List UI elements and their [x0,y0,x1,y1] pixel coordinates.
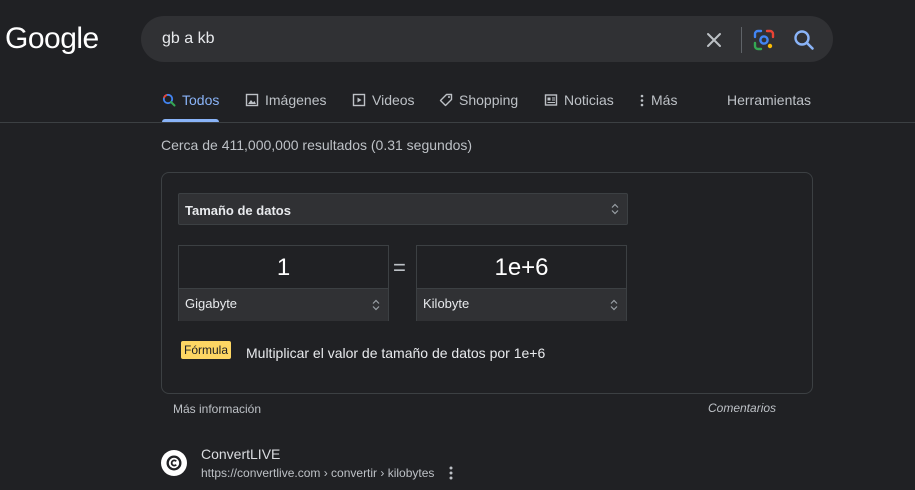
category-select[interactable]: Tamaño de datos [178,193,628,225]
more-vert-icon[interactable] [445,465,457,481]
tag-icon [439,93,453,107]
from-value-input[interactable]: 1 [179,246,388,289]
result-url[interactable]: https://convertlive.com › convertir › ki… [201,466,434,480]
tab-shopping[interactable]: Shopping [439,92,518,122]
equals-sign: = [393,255,406,280]
tab-label: Noticias [564,92,614,108]
tab-label: Shopping [459,92,519,108]
tab-herramientas[interactable]: Herramientas [727,92,811,122]
select-arrows-icon [611,203,619,215]
tab-label: Herramientas [727,92,812,108]
tab-mas[interactable]: Más [639,92,677,122]
lens-icon[interactable] [752,28,776,52]
formula-text: Multiplicar el valor de tamaño de datos … [246,345,546,361]
to-unit-label: Kilobyte [423,296,470,311]
tab-videos[interactable]: Videos [352,92,415,122]
to-value-input[interactable]: 1e+6 [417,246,626,289]
tab-label: Imágenes [265,92,327,108]
search-icon[interactable] [791,27,817,53]
search-divider [741,27,742,53]
search-bar[interactable]: gb a kb [141,16,833,62]
play-icon [352,93,366,107]
select-arrows-icon [610,299,618,311]
more-vert-icon [640,94,644,107]
search-icon [162,93,176,107]
clear-icon[interactable] [702,28,726,52]
news-icon [544,94,558,106]
feedback-link[interactable]: Comentarios [708,401,776,415]
tab-imagenes[interactable]: Imágenes [245,92,326,122]
tab-label: Videos [372,92,415,108]
google-logo[interactable]: Google [5,22,99,56]
to-unit-select[interactable]: Kilobyte [417,289,626,321]
from-unit-box: 1 Gigabyte [178,245,389,321]
image-icon [245,93,259,107]
tab-label: Más [651,92,678,108]
category-label: Tamaño de datos [185,203,291,218]
unit-converter-card: Tamaño de datos 1 Gigabyte = 1e+6 Kiloby… [161,172,813,394]
select-arrows-icon [372,299,380,311]
from-unit-label: Gigabyte [185,296,238,311]
tab-todos[interactable]: Todos [162,92,220,122]
to-unit-box: 1e+6 Kilobyte [416,245,627,321]
tabs-divider [0,122,915,123]
tab-label: Todos [182,92,220,108]
search-tabs: Todos Imágenes Videos Shopping Noticias [0,92,915,122]
formula-badge: Fórmula [181,341,232,359]
convertlive-favicon-icon [161,450,187,476]
tab-noticias[interactable]: Noticias [544,92,614,122]
from-unit-select[interactable]: Gigabyte [179,289,388,321]
search-input[interactable]: gb a kb [162,30,214,48]
more-info-link[interactable]: Más información [173,402,261,416]
result-stats: Cerca de 411,000,000 resultados (0.31 se… [161,137,473,153]
result-site-name[interactable]: ConvertLIVE [201,446,280,462]
